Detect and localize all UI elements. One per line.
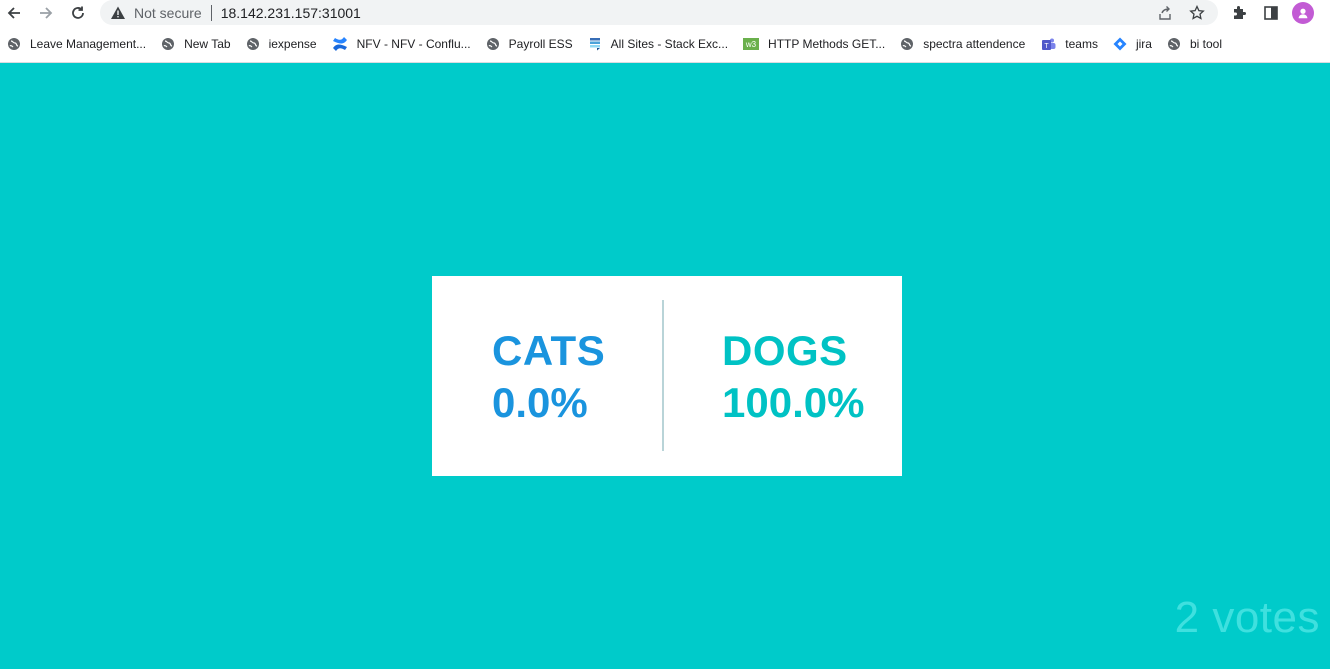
security-status[interactable]: Not secure bbox=[134, 5, 202, 21]
bookmark-spectra-attendence[interactable]: spectra attendence bbox=[893, 30, 1033, 58]
forward-arrow-icon[interactable] bbox=[34, 1, 58, 25]
confluence-icon bbox=[332, 36, 348, 52]
bookmark-label: Leave Management... bbox=[30, 37, 147, 51]
results-card: CATS 0.0% DOGS 100.0% bbox=[432, 276, 902, 476]
warning-icon[interactable] bbox=[110, 5, 126, 21]
bookmark-label: NFV - NFV - Conflu... bbox=[356, 37, 471, 51]
w3-icon: w3 bbox=[743, 37, 760, 51]
stackexchange-icon bbox=[588, 37, 602, 51]
bookmark-jira[interactable]: jira bbox=[1106, 30, 1160, 58]
bookmark-label: jira bbox=[1135, 37, 1152, 51]
back-arrow-icon[interactable] bbox=[2, 1, 26, 25]
bookmark-payroll-ess[interactable]: Payroll ESS bbox=[479, 30, 581, 58]
side-panel-icon[interactable] bbox=[1260, 2, 1282, 24]
bookmark-http-methods[interactable]: w3 HTTP Methods GET... bbox=[736, 30, 893, 58]
address-bar[interactable]: Not secure 18.142.231.157:31001 bbox=[100, 0, 1218, 25]
globe-icon bbox=[900, 37, 914, 51]
option-b-result: DOGS 100.0% bbox=[722, 326, 864, 430]
teams-icon: T bbox=[1040, 37, 1056, 51]
bookmark-label: teams bbox=[1065, 37, 1098, 51]
bookmark-label: bi tool bbox=[1189, 37, 1223, 51]
browser-toolbar: Not secure 18.142.231.157:31001 bbox=[0, 0, 1330, 25]
option-b-percent: 100.0% bbox=[722, 379, 865, 426]
globe-icon bbox=[7, 37, 21, 51]
bookmark-new-tab[interactable]: New Tab bbox=[154, 30, 238, 58]
option-a-percent: 0.0% bbox=[492, 379, 588, 426]
bookmark-bi-tool[interactable]: bi tool bbox=[1160, 30, 1230, 58]
address-divider bbox=[210, 4, 212, 21]
globe-icon bbox=[486, 37, 500, 51]
svg-text:w3: w3 bbox=[745, 40, 757, 49]
bookmark-label: iexpense bbox=[268, 37, 317, 51]
star-icon[interactable] bbox=[1188, 4, 1206, 22]
extensions-icon[interactable] bbox=[1228, 2, 1250, 24]
share-icon[interactable] bbox=[1156, 4, 1174, 22]
bookmark-label: Payroll ESS bbox=[508, 37, 573, 51]
option-b-label: DOGS bbox=[722, 327, 848, 374]
result-page: CATS 0.0% DOGS 100.0% 2 votes bbox=[0, 63, 1330, 669]
results-divider bbox=[662, 300, 664, 451]
bookmark-label: spectra attendence bbox=[923, 37, 1026, 51]
globe-icon bbox=[246, 37, 260, 51]
bookmarks-bar: Leave Management... New Tab iexpense NFV… bbox=[0, 30, 1330, 58]
svg-text:T: T bbox=[1045, 43, 1050, 50]
option-a-result: CATS 0.0% bbox=[492, 326, 605, 430]
globe-icon bbox=[1167, 37, 1181, 51]
bookmark-iexpense[interactable]: iexpense bbox=[239, 30, 325, 58]
option-a-label: CATS bbox=[492, 327, 606, 374]
bookmark-label: All Sites - Stack Exc... bbox=[610, 37, 729, 51]
bookmark-label: New Tab bbox=[184, 37, 231, 51]
vote-count: 2 votes bbox=[1174, 593, 1320, 642]
reload-icon[interactable] bbox=[66, 1, 90, 25]
bookmark-teams[interactable]: T teams bbox=[1033, 30, 1106, 58]
globe-icon bbox=[161, 37, 175, 51]
bookmark-label: HTTP Methods GET... bbox=[768, 37, 886, 51]
url-text[interactable]: 18.142.231.157:31001 bbox=[221, 5, 361, 21]
bookmark-stack-exchange[interactable]: All Sites - Stack Exc... bbox=[581, 30, 736, 58]
profile-avatar-icon[interactable] bbox=[1292, 1, 1314, 24]
jira-icon bbox=[1113, 37, 1127, 51]
bookmark-nfv-confluence[interactable]: NFV - NFV - Conflu... bbox=[325, 30, 479, 58]
bookmark-leave-management[interactable]: Leave Management... bbox=[0, 30, 154, 58]
